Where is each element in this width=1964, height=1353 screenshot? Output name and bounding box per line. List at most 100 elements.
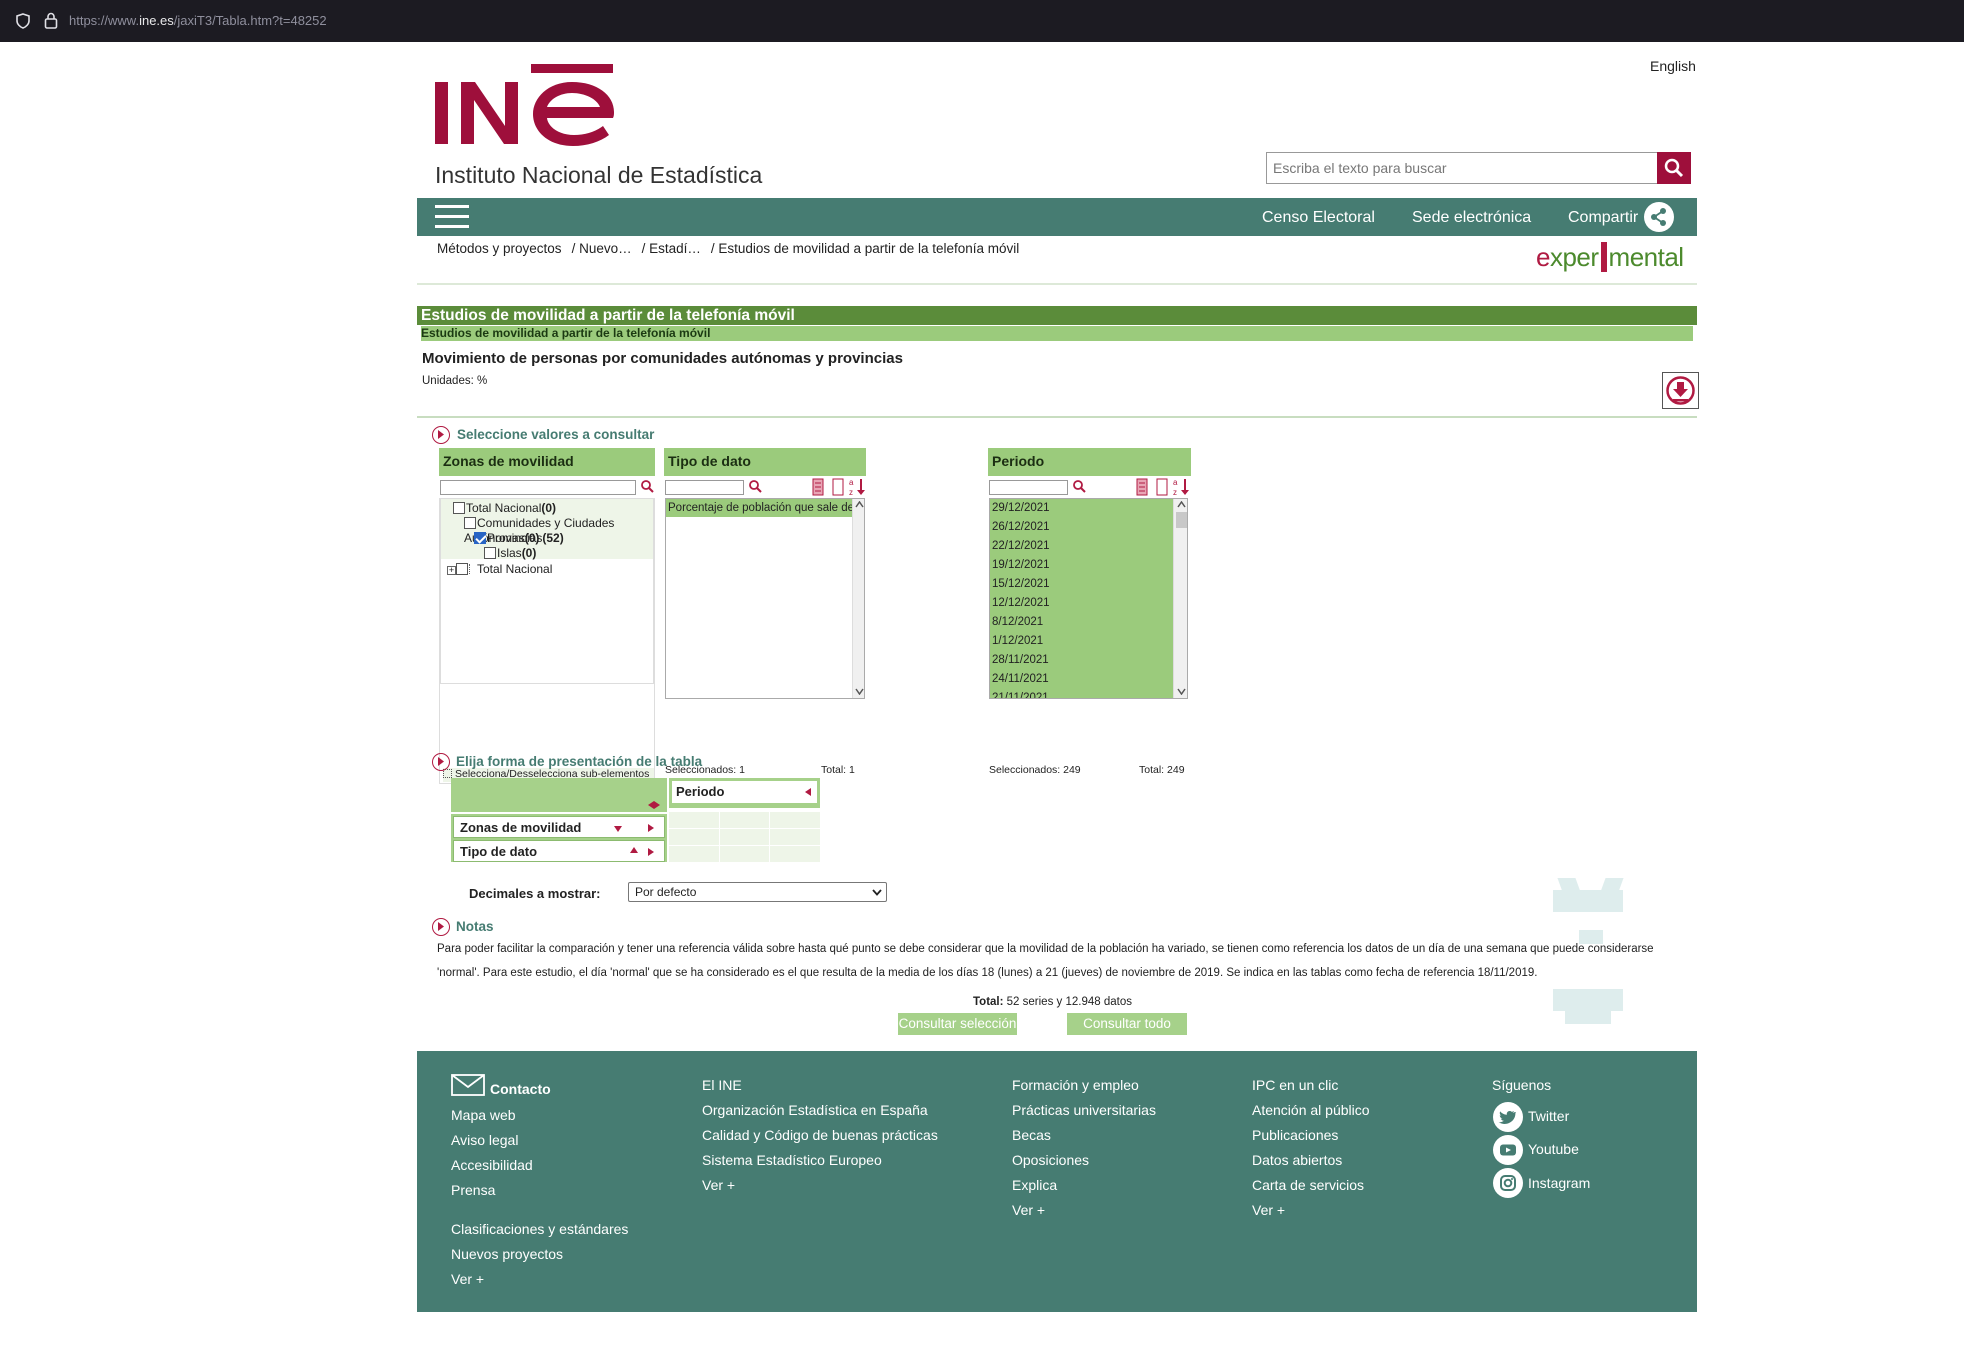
search-button[interactable] [1657,152,1691,184]
footer-link[interactable]: Prácticas universitarias [1012,1102,1156,1118]
twitter-icon[interactable] [1493,1102,1523,1132]
checkbox[interactable] [456,563,468,575]
footer-link[interactable]: Datos abiertos [1252,1152,1342,1168]
footer-link[interactable]: Formación y empleo [1012,1077,1139,1093]
scrollbar[interactable] [1173,499,1187,698]
ine-logo[interactable] [435,60,625,160]
footer-link[interactable]: Prensa [451,1182,495,1198]
footer-link[interactable]: Aviso legal [451,1132,518,1148]
scroll-down-icon[interactable] [855,688,864,695]
footer-link[interactable]: Accesibilidad [451,1157,533,1173]
tree-item[interactable]: Islas(0) [441,546,653,561]
move-right-icon[interactable] [648,848,654,856]
footer-link[interactable]: Explica [1012,1177,1057,1193]
move-up-icon[interactable] [630,847,638,853]
breadcrumb-item[interactable]: / Nuevo… [572,241,632,256]
list-item[interactable]: 1/12/2021 [990,632,1173,651]
row-dim-tipo[interactable]: Tipo de dato [453,840,665,862]
list-item[interactable]: 29/12/2021 [990,499,1173,518]
sort-az-icon[interactable]: az [1173,477,1191,497]
move-left-icon[interactable] [805,788,811,796]
search-icon[interactable] [640,479,654,494]
download-button[interactable] [1662,372,1699,409]
list-item[interactable]: 21/11/2021 [990,689,1173,698]
swap-icon[interactable] [648,796,660,814]
list-item[interactable]: 15/12/2021 [990,575,1173,594]
list-item[interactable]: 22/12/2021 [990,537,1173,556]
menu-icon[interactable] [435,205,469,229]
footer-link[interactable]: Ver + [1012,1202,1045,1218]
search-icon[interactable] [1072,479,1086,494]
footer-link[interactable]: Youtube [1528,1141,1579,1157]
footer-link[interactable]: Becas [1012,1127,1051,1143]
share-icon[interactable] [1644,202,1674,232]
deselect-all-icon[interactable] [1155,478,1169,496]
footer-link[interactable]: Atención al público [1252,1102,1370,1118]
select-all-icon[interactable] [811,478,825,496]
address-bar[interactable]: https://www.ine.es/jaxiT3/Tabla.htm?t=48… [69,13,327,28]
tree-item[interactable]: + Total Nacional [441,562,653,577]
list-item[interactable]: 26/12/2021 [990,518,1173,537]
expand-icon[interactable]: + [447,566,456,575]
footer-link[interactable]: Clasificaciones y estándares [451,1221,628,1237]
lock-icon[interactable] [44,12,58,29]
checkbox[interactable] [464,517,476,529]
tipo-search-input[interactable] [665,480,744,495]
list-item[interactable]: 24/11/2021 [990,670,1173,689]
footer-link[interactable]: Sistema Estadístico Europeo [702,1152,882,1168]
checkbox[interactable] [484,547,496,559]
breadcrumb-item[interactable]: Métodos y proyectos [437,241,562,256]
footer-link[interactable]: Organización Estadística en España [702,1102,928,1118]
deselect-all-icon[interactable] [831,478,845,496]
sort-az-icon[interactable]: az [849,477,867,497]
nav-compartir[interactable]: Compartir [1568,209,1638,227]
decimals-select[interactable]: Por defecto [628,882,887,902]
list-item[interactable]: 12/12/2021 [990,594,1173,613]
search-input[interactable] [1267,153,1627,183]
nav-sede-electronica[interactable]: Sede electrónica [1412,209,1531,227]
footer-link[interactable]: Publicaciones [1252,1127,1338,1143]
zonas-search-input[interactable] [440,480,636,495]
consult-selection-button[interactable]: Consultar selección [898,1013,1017,1035]
footer-link[interactable]: Instagram [1528,1175,1590,1191]
youtube-icon[interactable] [1493,1135,1523,1165]
checkbox[interactable] [453,502,465,514]
move-down-icon[interactable] [614,826,622,832]
footer-link[interactable]: Ver + [1252,1202,1285,1218]
list-item[interactable]: Porcentaje de población que sale del áre… [666,499,852,517]
footer-link[interactable]: El INE [702,1077,742,1093]
footer-link[interactable]: Twitter [1528,1108,1569,1124]
footer-link[interactable]: Ver + [451,1271,484,1287]
col-dim-periodo[interactable]: Periodo [672,781,817,803]
consult-all-button[interactable]: Consultar todo [1067,1013,1187,1035]
list-item[interactable]: 8/12/2021 [990,613,1173,632]
footer-link[interactable]: IPC en un clic [1252,1077,1338,1093]
list-item[interactable]: 28/11/2021 [990,651,1173,670]
move-right-icon[interactable] [648,824,654,832]
checkbox-checked[interactable] [474,532,486,544]
english-link[interactable]: English [1650,58,1696,74]
shield-icon[interactable] [16,13,30,29]
search-icon[interactable] [748,479,762,494]
footer-link[interactable]: Oposiciones [1012,1152,1089,1168]
scroll-up-icon[interactable] [1177,501,1186,508]
footer-link[interactable]: Nuevos proyectos [451,1246,563,1262]
list-item[interactable]: 19/12/2021 [990,556,1173,575]
scroll-down-icon[interactable] [1177,688,1186,695]
tree-item[interactable]: Comunidades y Ciudades Autónomas(0) [441,516,653,545]
footer-link[interactable]: Carta de servicios [1252,1177,1364,1193]
footer-contact[interactable]: Contacto [490,1081,551,1097]
footer-link[interactable]: Calidad y Código de buenas prácticas [702,1127,938,1143]
breadcrumb-item[interactable]: / Estadí… [642,241,701,256]
instagram-icon[interactable] [1493,1168,1523,1198]
select-all-icon[interactable] [1135,478,1149,496]
tree-item[interactable]: Total Nacional(0) [441,501,653,516]
footer-link[interactable]: Ver + [702,1177,735,1193]
scrollbar-thumb[interactable] [1176,512,1187,528]
nav-censo-electoral[interactable]: Censo Electoral [1262,209,1375,227]
scrollbar[interactable] [852,499,864,698]
scroll-up-icon[interactable] [855,501,864,508]
footer-link[interactable]: Mapa web [451,1107,516,1123]
row-dim-zonas[interactable]: Zonas de movilidad [453,816,665,838]
periodo-search-input[interactable] [989,480,1068,495]
